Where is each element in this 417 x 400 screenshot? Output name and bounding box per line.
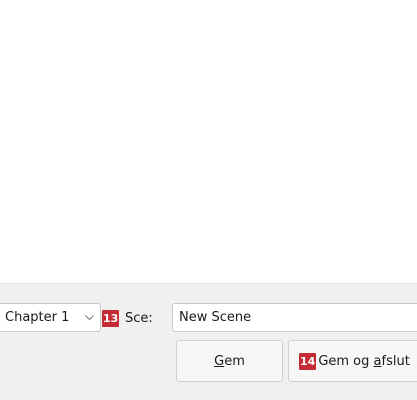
number-badge-14: 14: [299, 352, 317, 370]
bottom-panel: Chapter 1 13 Sce: Gem 14 Gem og afslut: [0, 283, 417, 400]
save-button[interactable]: Gem: [176, 340, 283, 382]
chapter-select[interactable]: Chapter 1: [0, 303, 101, 332]
save-and-quit-label-prefix: Gem og: [318, 353, 374, 369]
chevron-down-icon: [82, 311, 96, 325]
save-button-label: em: [224, 353, 245, 369]
number-badge-13: 13: [102, 310, 120, 327]
scene-name-input[interactable]: [172, 303, 417, 332]
content-area: [0, 0, 417, 283]
chapter-select-value: Chapter 1: [5, 310, 70, 325]
save-and-quit-button[interactable]: 14 Gem og a fslut: [288, 340, 417, 382]
scene-label: Sce:: [125, 311, 153, 326]
save-and-quit-mnemonic: a: [373, 353, 382, 369]
save-and-quit-label-rest: fslut: [381, 353, 410, 369]
save-button-mnemonic: G: [214, 353, 225, 369]
